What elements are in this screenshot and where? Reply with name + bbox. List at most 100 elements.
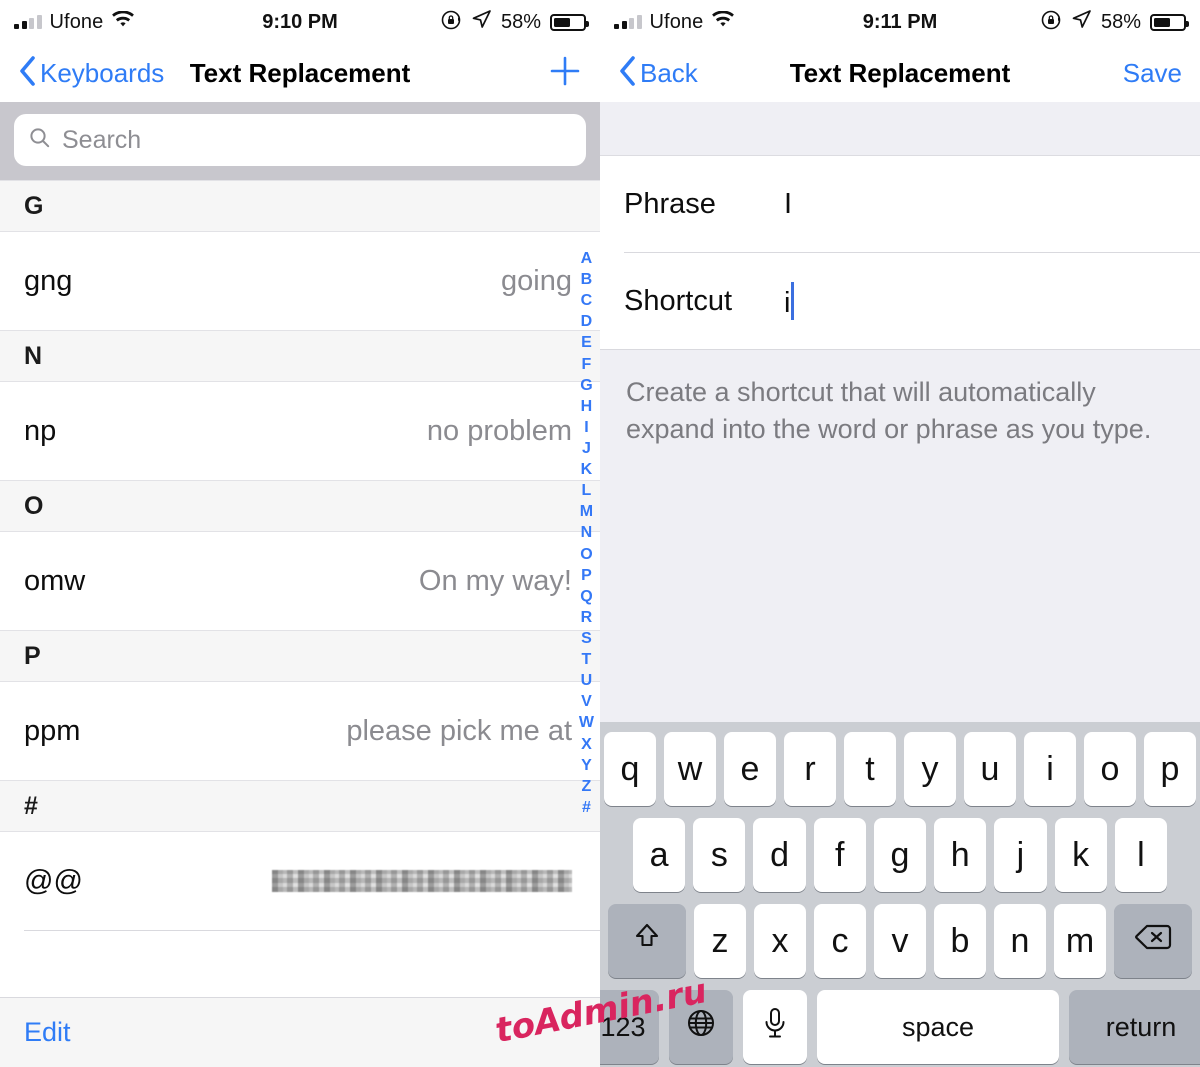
index-letter[interactable]: I xyxy=(584,417,588,438)
keyboard-row-1: q w e r t y u i o p xyxy=(604,732,1196,806)
key-t[interactable]: t xyxy=(844,732,896,806)
index-letter[interactable]: # xyxy=(582,797,591,818)
key-v[interactable]: v xyxy=(874,904,926,978)
key-i[interactable]: i xyxy=(1024,732,1076,806)
add-replacement-button[interactable] xyxy=(548,54,582,93)
key-f[interactable]: f xyxy=(813,818,866,892)
carrier-label: Ufone xyxy=(49,10,104,33)
back-button-label: Back xyxy=(640,57,698,88)
row-phrase: no problem xyxy=(426,414,572,447)
row-shortcut: ppm xyxy=(24,714,81,747)
index-letter[interactable]: C xyxy=(581,290,593,311)
index-letter[interactable]: J xyxy=(582,438,591,459)
table-row[interactable]: np no problem xyxy=(0,382,600,480)
key-x[interactable]: x xyxy=(754,904,806,978)
key-r[interactable]: r xyxy=(784,732,836,806)
index-letter[interactable]: R xyxy=(581,607,593,628)
table-row[interactable]: @@ xyxy=(0,832,600,930)
chevron-left-icon xyxy=(618,55,636,92)
key-l[interactable]: l xyxy=(1114,818,1167,892)
index-letter[interactable]: V xyxy=(581,691,592,712)
table-row[interactable]: ppm please pick me at xyxy=(0,682,600,780)
toolbar-footer: Edit xyxy=(0,997,600,1067)
row-phrase: On my way! xyxy=(418,564,572,597)
key-y[interactable]: y xyxy=(904,732,956,806)
onscreen-keyboard: q w e r t y u i o p a s d f g h j k l z … xyxy=(600,722,1200,1067)
form-top-spacer xyxy=(600,102,1200,156)
index-letter[interactable]: A xyxy=(581,248,593,269)
dictation-key[interactable] xyxy=(743,990,807,1064)
row-shortcut: np xyxy=(24,414,57,447)
index-letter[interactable]: U xyxy=(581,670,593,691)
index-letter[interactable]: P xyxy=(581,565,592,586)
index-letter[interactable]: E xyxy=(581,332,592,353)
shift-key[interactable] xyxy=(608,904,686,978)
key-w[interactable]: w xyxy=(664,732,716,806)
index-letter[interactable]: F xyxy=(582,354,592,375)
key-n[interactable]: n xyxy=(994,904,1046,978)
key-z[interactable]: z xyxy=(694,904,746,978)
key-c[interactable]: c xyxy=(814,904,866,978)
delete-key[interactable] xyxy=(1114,904,1192,978)
save-button[interactable]: Save xyxy=(1123,58,1182,89)
form-description: Create a shortcut that will automaticall… xyxy=(600,350,1200,449)
key-d[interactable]: d xyxy=(753,818,806,892)
key-a[interactable]: a xyxy=(633,818,686,892)
index-letter[interactable]: Z xyxy=(582,776,592,797)
index-letter[interactable]: L xyxy=(582,480,592,501)
index-letter[interactable]: X xyxy=(581,734,592,755)
status-bar-right: Ufone 9:11 PM 58% xyxy=(600,0,1200,44)
back-button[interactable]: Back xyxy=(618,55,698,92)
index-letter[interactable]: O xyxy=(580,544,592,565)
wifi-icon xyxy=(111,10,135,34)
index-letter[interactable]: M xyxy=(580,501,593,522)
key-h[interactable]: h xyxy=(934,818,987,892)
index-letter[interactable]: D xyxy=(581,311,593,332)
row-shortcut: gng xyxy=(24,264,73,297)
key-s[interactable]: s xyxy=(693,818,746,892)
key-j[interactable]: j xyxy=(994,818,1047,892)
section-header: # xyxy=(0,780,600,832)
key-p[interactable]: p xyxy=(1144,732,1196,806)
numbers-key[interactable]: 123 xyxy=(600,990,659,1064)
index-letter[interactable]: Q xyxy=(580,586,592,607)
index-letter[interactable]: H xyxy=(581,396,593,417)
table-row[interactable]: omw On my way! xyxy=(0,532,600,630)
alphabet-index-bar[interactable]: A B C D E F G H I J K L M N O P Q R S T … xyxy=(579,248,594,818)
table-row[interactable]: gng going xyxy=(0,232,600,330)
search-input[interactable]: Search xyxy=(14,114,586,166)
key-k[interactable]: k xyxy=(1054,818,1107,892)
phrase-field-row[interactable]: Phrase I xyxy=(600,156,1200,252)
index-letter[interactable]: B xyxy=(581,269,593,290)
index-letter[interactable]: N xyxy=(581,522,593,543)
return-key[interactable]: return xyxy=(1069,990,1200,1064)
key-u[interactable]: u xyxy=(964,732,1016,806)
phrase-input[interactable]: I xyxy=(784,188,792,221)
key-m[interactable]: m xyxy=(1054,904,1106,978)
status-bar-right-group: 58% xyxy=(1040,9,1189,36)
back-button-keyboards[interactable]: Keyboards xyxy=(18,55,164,92)
index-letter[interactable]: G xyxy=(580,375,592,396)
keyboard-row-3: z x c v b n m xyxy=(604,904,1196,978)
key-e[interactable]: e xyxy=(724,732,776,806)
section-header: P xyxy=(0,630,600,682)
edit-button[interactable]: Edit xyxy=(24,1017,71,1048)
shift-arrow-icon xyxy=(630,920,664,963)
shortcut-input[interactable]: i xyxy=(784,282,795,320)
key-q[interactable]: q xyxy=(604,732,656,806)
key-g[interactable]: g xyxy=(873,818,927,892)
search-bar-container: Search xyxy=(0,102,600,180)
index-letter[interactable]: W xyxy=(579,712,594,733)
shortcut-field-row[interactable]: Shortcut i xyxy=(600,253,1200,349)
key-b[interactable]: b xyxy=(934,904,986,978)
index-letter[interactable]: S xyxy=(581,628,592,649)
globe-language-key[interactable] xyxy=(669,990,733,1064)
space-key[interactable]: space xyxy=(817,990,1059,1064)
index-letter[interactable]: T xyxy=(582,649,592,670)
search-placeholder: Search xyxy=(62,125,142,154)
index-letter[interactable]: Y xyxy=(581,755,592,776)
left-panel-text-replacement-list: Ufone 9:10 PM 58% Keyboards Text Replace… xyxy=(0,0,600,1067)
index-letter[interactable]: K xyxy=(581,459,593,480)
key-o[interactable]: o xyxy=(1084,732,1136,806)
battery-icon xyxy=(550,13,589,31)
